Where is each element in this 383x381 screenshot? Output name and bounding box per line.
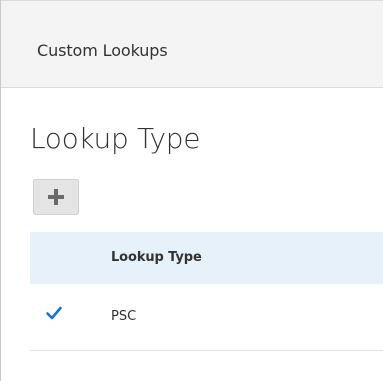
lookup-type-cell: PSC (111, 309, 137, 324)
table-header: Lookup Type (30, 232, 383, 284)
section-title: Lookup Type (30, 122, 201, 155)
page: Custom Lookups Lookup Type Lookup Type P… (0, 0, 383, 381)
page-header-title: Custom Lookups (37, 41, 168, 60)
table-row[interactable]: PSC (30, 284, 383, 351)
checkmark-icon (46, 306, 62, 320)
column-header-lookup-type[interactable]: Lookup Type (111, 249, 202, 267)
add-button[interactable] (33, 179, 79, 215)
plus-icon (48, 189, 64, 205)
